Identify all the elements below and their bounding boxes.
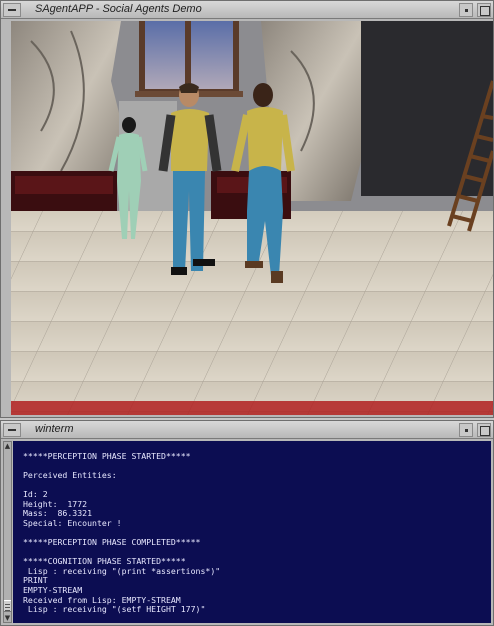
terminal-line: PRINT <box>23 575 48 586</box>
window-menu-button[interactable] <box>3 3 21 17</box>
terminal-line: Lisp : receiving "(setf HEIGHT 177)" <box>23 604 206 615</box>
winterm-window-title: winterm <box>35 423 74 435</box>
window-menu-button[interactable] <box>3 423 21 437</box>
minimize-button[interactable] <box>459 423 473 437</box>
maximize-button[interactable] <box>477 423 491 437</box>
winterm-window: winterm ▲ ▼ *****PERCEPTION PHASE STARTE… <box>0 420 494 626</box>
3d-scene <box>11 21 493 415</box>
minimize-button[interactable] <box>459 3 473 17</box>
terminal-line: Id: 2 <box>23 488 48 499</box>
sagentapp-window-title: SAgentAPP - Social Agents Demo <box>35 3 202 15</box>
terminal-line: Lisp : receiving "(print *assertions*)" <box>23 565 221 576</box>
terminal-line: *****PERCEPTION PHASE COMPLETED***** <box>23 536 201 547</box>
terminal-line: Perceived Entities: <box>23 469 117 480</box>
dark-doorway <box>361 21 493 196</box>
terminal-output[interactable]: *****PERCEPTION PHASE STARTED***** Perce… <box>13 441 491 623</box>
terminal-line: Special: Encounter ! <box>23 517 122 528</box>
window-pane-right <box>191 21 233 89</box>
terminal-frame: ▲ ▼ *****PERCEPTION PHASE STARTED***** P… <box>1 439 493 625</box>
scroll-down-arrow-icon[interactable]: ▼ <box>4 614 11 622</box>
scrollbar-thumb[interactable] <box>4 600 11 612</box>
window-pane-left <box>145 21 185 89</box>
3d-scene-viewport[interactable] <box>11 21 493 415</box>
maximize-button[interactable] <box>477 3 491 17</box>
terminal-line: *****PERCEPTION PHASE STARTED***** <box>23 450 191 461</box>
sagentapp-titlebar[interactable]: SAgentAPP - Social Agents Demo <box>1 1 493 19</box>
winterm-titlebar[interactable]: winterm <box>1 421 493 439</box>
left-sofa <box>11 171 117 211</box>
sagentapp-window: SAgentAPP - Social Agents Demo <box>0 0 494 418</box>
scroll-up-arrow-icon[interactable]: ▲ <box>4 442 11 450</box>
terminal-scrollbar[interactable]: ▲ ▼ <box>3 441 12 623</box>
